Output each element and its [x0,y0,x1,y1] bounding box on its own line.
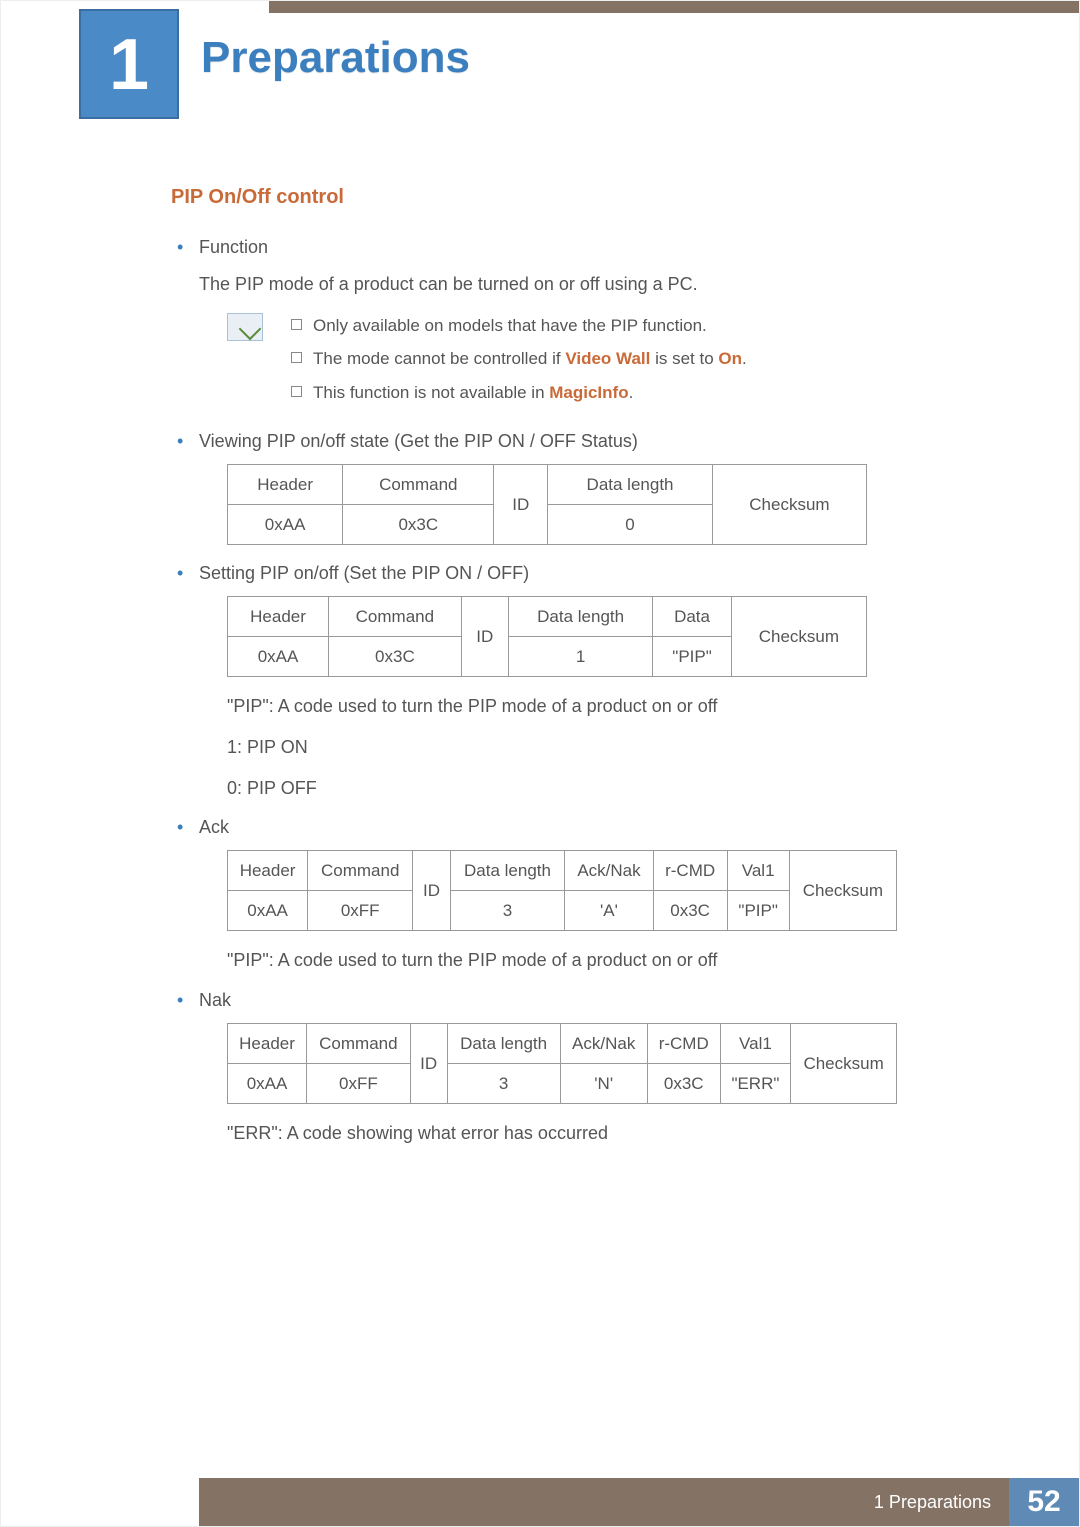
td-val1: "PIP" [727,891,789,931]
th-command: Command [307,1023,411,1063]
note-block: Only available on models that have the P… [227,313,891,414]
page-footer: 1 Preparations 52 [1,1478,1079,1526]
highlight-text: On [718,349,742,368]
td-val1: "ERR" [720,1063,791,1103]
td-header: 0xAA [228,891,308,931]
th-datalength: Data length [450,851,565,891]
table-row: Header Command ID Data length Ack/Nak r-… [228,1023,897,1063]
ack-desc: "PIP": A code used to turn the PIP mode … [227,945,891,976]
table-ack: Header Command ID Data length Ack/Nak r-… [227,850,897,931]
table-set-pip: Header Command ID Data length Data Check… [227,596,867,677]
td-command: 0xFF [307,1063,411,1103]
th-header: Header [228,1023,307,1063]
td-command: 0xFF [308,891,413,931]
footer-page-number: 52 [1009,1478,1079,1526]
th-rcmd: r-CMD [647,1023,720,1063]
table-get-status: Header Command ID Data length Checksum 0… [227,464,867,545]
th-datalength: Data length [548,464,713,504]
section-heading: PIP On/Off control [171,186,891,209]
th-checksum: Checksum [731,597,866,677]
chapter-number-badge: 1 [79,9,179,119]
td-header: 0xAA [228,1063,307,1103]
bullet-nak: Nak Header Command ID Data length Ack/Na… [171,986,891,1149]
highlight-text: Video Wall [565,349,650,368]
th-val1: Val1 [727,851,789,891]
bullet-viewing-label: Viewing PIP on/off state (Get the PIP ON… [199,431,638,451]
th-command: Command [329,597,462,637]
note-text: The mode cannot be controlled if [313,349,565,368]
td-rcmd: 0x3C [653,891,727,931]
pip-off-desc: 0: PIP OFF [227,773,891,804]
td-rcmd: 0x3C [647,1063,720,1103]
note-list: Only available on models that have the P… [283,313,747,414]
th-id: ID [461,597,508,677]
th-rcmd: r-CMD [653,851,727,891]
bullet-function-label: Function [199,237,268,257]
th-datalength: Data length [447,1023,560,1063]
bullet-setting-label: Setting PIP on/off (Set the PIP ON / OFF… [199,563,529,583]
th-checksum: Checksum [791,1023,897,1103]
th-acknak: Ack/Nak [560,1023,647,1063]
th-acknak: Ack/Nak [565,851,653,891]
table-row: Header Command ID Data length Ack/Nak r-… [228,851,897,891]
th-checksum: Checksum [712,464,866,544]
td-data: "PIP" [653,637,731,677]
note-text: . [742,349,747,368]
content-area: PIP On/Off control Function The PIP mode… [171,186,891,1159]
td-header: 0xAA [228,637,329,677]
note-item: This function is not available in MagicI… [283,380,747,406]
highlight-text: MagicInfo [549,383,628,402]
chapter-title: Preparations [201,33,470,83]
page: 1 Preparations PIP On/Off control Functi… [0,0,1080,1527]
th-header: Header [228,464,343,504]
bullet-function: Function The PIP mode of a product can b… [171,233,891,413]
bullet-function-desc: The PIP mode of a product can be turned … [199,270,891,299]
td-acknak: 'N' [560,1063,647,1103]
th-data: Data [653,597,731,637]
bullet-setting: Setting PIP on/off (Set the PIP ON / OFF… [171,559,891,803]
bullet-list: Function The PIP mode of a product can b… [171,233,891,1149]
note-icon [227,313,263,341]
table-row: Header Command ID Data length Data Check… [228,597,867,637]
table-row: Header Command ID Data length Checksum [228,464,867,504]
table-nak: Header Command ID Data length Ack/Nak r-… [227,1023,897,1104]
td-datalength: 0 [548,505,713,545]
td-datalength: 3 [447,1063,560,1103]
note-text: This function is not available in [313,383,549,402]
footer-chapter-label: 1 Preparations [199,1478,1009,1526]
td-acknak: 'A' [565,891,653,931]
td-command: 0x3C [329,637,462,677]
th-id: ID [410,1023,447,1103]
pip-code-desc: "PIP": A code used to turn the PIP mode … [227,691,891,722]
bullet-viewing: Viewing PIP on/off state (Get the PIP ON… [171,427,891,545]
nak-desc: "ERR": A code showing what error has occ… [227,1118,891,1149]
td-datalength: 3 [450,891,565,931]
pip-on-desc: 1: PIP ON [227,732,891,763]
th-id: ID [413,851,450,931]
th-header: Header [228,851,308,891]
th-checksum: Checksum [789,851,896,931]
top-decor-bar [269,1,1079,13]
bullet-nak-label: Nak [199,990,231,1010]
th-val1: Val1 [720,1023,791,1063]
th-command: Command [308,851,413,891]
td-datalength: 1 [508,637,652,677]
note-item: Only available on models that have the P… [283,313,747,339]
bullet-ack-label: Ack [199,817,229,837]
bullet-ack: Ack Header Command ID Data length Ack/Na… [171,813,891,976]
note-text: . [629,383,634,402]
th-datalength: Data length [508,597,652,637]
th-command: Command [343,464,494,504]
td-header: 0xAA [228,505,343,545]
note-item: The mode cannot be controlled if Video W… [283,346,747,372]
th-id: ID [494,464,548,544]
note-text: is set to [650,349,718,368]
th-header: Header [228,597,329,637]
td-command: 0x3C [343,505,494,545]
